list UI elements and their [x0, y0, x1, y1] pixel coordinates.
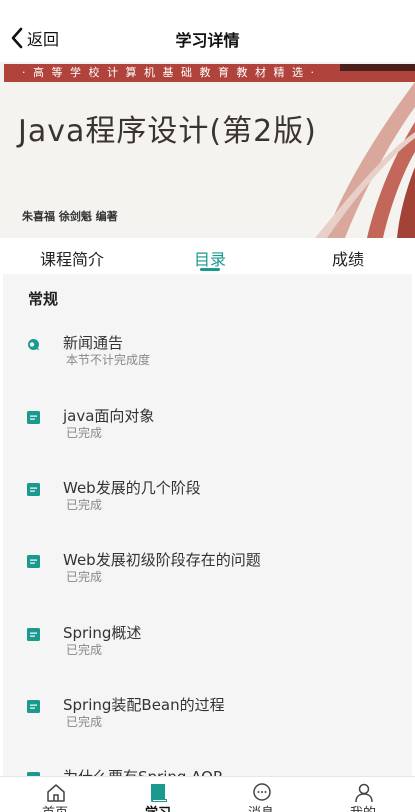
list-item[interactable]: Web发展的几个阶段 已完成	[3, 475, 412, 535]
tab-intro[interactable]: 课程简介	[40, 246, 104, 270]
item-title: Web发展初级阶段存在的问题	[63, 551, 261, 569]
nav-study[interactable]: 学习	[108, 777, 208, 812]
tab-grades[interactable]: 成绩	[332, 246, 364, 270]
section-title: 常规	[28, 290, 59, 308]
nav-messages[interactable]: 消息	[211, 777, 311, 812]
page-title: 学习详情	[175, 31, 240, 50]
user-icon	[355, 783, 373, 803]
catalog-list: 常规 新闻通告 本节不计完成度 java面向对象 已完成 Web发展的几个阶段 …	[3, 274, 412, 776]
document-icon	[27, 411, 40, 424]
item-title: Spring概述	[63, 624, 142, 642]
message-icon	[253, 783, 271, 801]
item-status: 本节不计完成度	[66, 353, 151, 367]
item-title: Web发展的几个阶段	[63, 479, 201, 497]
item-status: 已完成	[66, 570, 103, 584]
nav-profile-label: 我的	[313, 802, 413, 812]
list-item[interactable]: 新闻通告 本节不计完成度	[3, 330, 412, 390]
document-icon	[27, 700, 40, 713]
active-tab-indicator	[200, 268, 220, 271]
nav-study-label: 学习	[108, 802, 208, 812]
tab-catalog[interactable]: 目录	[194, 246, 226, 270]
document-icon	[27, 555, 40, 568]
item-title: 为什么要有Spring AOP	[63, 766, 222, 776]
item-title: Spring装配Bean的过程	[63, 696, 225, 714]
bottom-nav: 首页 学习 消息 我的	[0, 776, 415, 812]
chat-icon	[28, 339, 40, 350]
header: 返回 学习详情	[0, 0, 415, 62]
item-status: 已完成	[66, 498, 103, 512]
document-icon	[27, 628, 40, 641]
nav-messages-label: 消息	[211, 802, 311, 812]
list-item[interactable]: Web发展初级阶段存在的问题 已完成	[3, 547, 412, 607]
cover-title: Java程序设计(第2版)	[18, 114, 317, 149]
cover-series-text: · 高 等 学 校 计 算 机 基 础 教 育 教 材 精 选 ·	[22, 66, 316, 79]
list-item[interactable]: Spring概述 已完成	[3, 620, 412, 680]
cover-decoration	[315, 82, 415, 238]
course-tabs: 课程简介 目录 成绩	[0, 238, 415, 274]
nav-home-label: 首页	[5, 802, 105, 812]
item-title: java面向对象	[63, 407, 155, 425]
list-item[interactable]: 为什么要有Spring AOP	[3, 764, 412, 776]
list-item[interactable]: Spring装配Bean的过程 已完成	[3, 692, 412, 752]
cover-authors: 朱喜福 徐剑魁 编著	[22, 210, 118, 223]
document-icon	[27, 483, 40, 496]
item-status: 已完成	[66, 426, 103, 440]
nav-profile[interactable]: 我的	[313, 777, 413, 812]
item-status: 已完成	[66, 715, 103, 729]
list-item[interactable]: java面向对象 已完成	[3, 403, 412, 463]
home-icon	[47, 784, 65, 802]
item-title: 新闻通告	[63, 334, 124, 352]
course-cover: · 高 等 学 校 计 算 机 基 础 教 育 教 材 精 选 · Java程序…	[0, 62, 415, 238]
nav-home[interactable]: 首页	[5, 777, 105, 812]
book-icon	[151, 784, 167, 802]
item-status: 已完成	[66, 643, 103, 657]
